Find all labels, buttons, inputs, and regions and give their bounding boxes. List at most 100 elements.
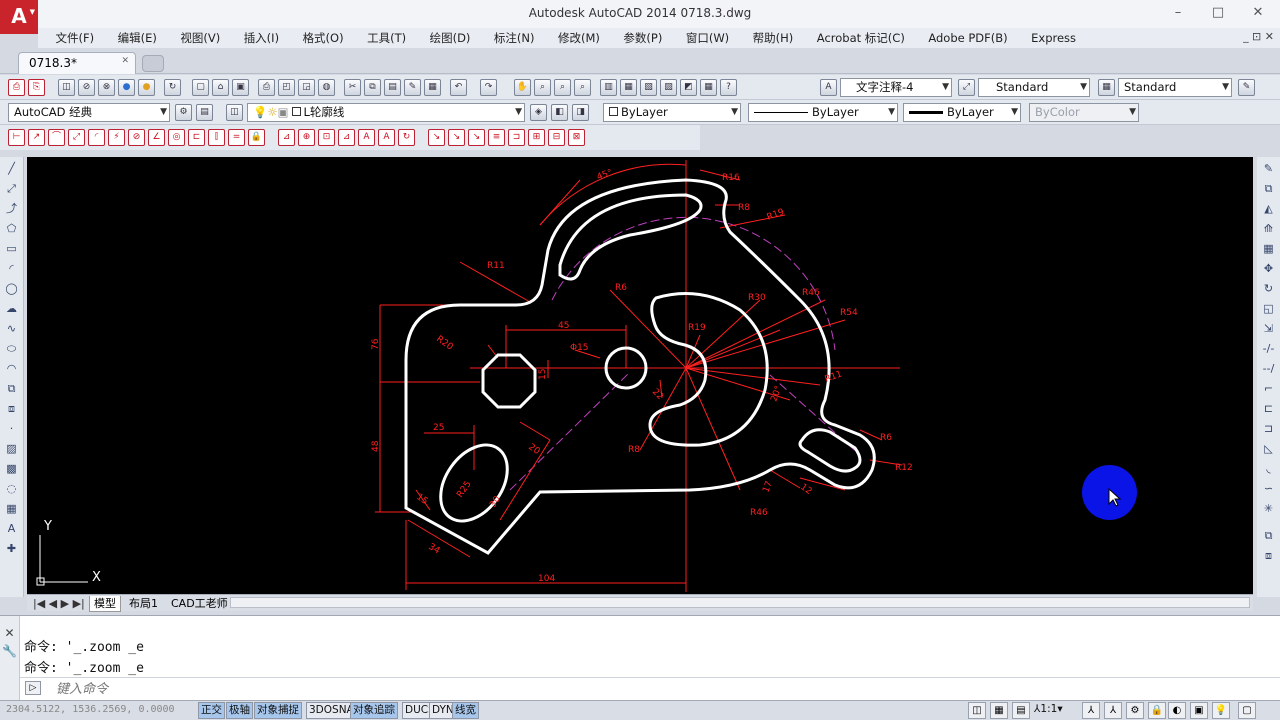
quick-view-drawings-icon[interactable]: ▤ (1012, 702, 1030, 719)
leader-style-icon[interactable]: ⊞ (528, 129, 545, 146)
cut-icon[interactable]: ✂ (344, 79, 361, 96)
mirror-icon[interactable]: ◭ (1260, 200, 1277, 217)
ellipse-arc-icon[interactable]: ◠ (3, 360, 20, 377)
draworder-back-icon[interactable]: ⧈ (1260, 547, 1277, 564)
quick-dim-icon[interactable]: ◎ (168, 129, 185, 146)
workspace-select[interactable]: AutoCAD 经典 ▼ (8, 103, 170, 122)
workspace-settings-icon[interactable]: ⚙ (175, 104, 192, 121)
clean-screen-icon[interactable]: ▢ (1238, 702, 1256, 719)
menu-modify[interactable]: 修改(M) (548, 28, 610, 48)
rotate-icon[interactable]: ↻ (1260, 280, 1277, 297)
zoom-window-icon[interactable]: ⌕ (554, 79, 571, 96)
table-style-icon[interactable]: ▦ (1098, 79, 1115, 96)
draworder-icon[interactable]: ⧉ (1260, 527, 1277, 544)
color-select[interactable]: ByLayer ▼ (603, 103, 741, 122)
osnap-toggle[interactable]: 对象捕捉 (254, 702, 302, 719)
jogged-dim-icon[interactable]: ⚡ (108, 129, 125, 146)
toolbar-lock-icon[interactable]: ▤ (196, 104, 213, 121)
print-preview-icon[interactable]: ◰ (278, 79, 295, 96)
auto-scale-icon[interactable]: ⅄ (1104, 702, 1122, 719)
new-file-icon[interactable]: ▢ (192, 79, 209, 96)
layer-state-icon[interactable]: ◨ (572, 104, 589, 121)
center-mark-icon[interactable]: ⊕ (298, 129, 315, 146)
add-leader-icon[interactable]: ↘ (448, 129, 465, 146)
offset-icon[interactable]: ⟰ (1260, 220, 1277, 237)
dim-space-icon[interactable]: = (228, 129, 245, 146)
help-icon[interactable]: ? (720, 79, 737, 96)
paste-icon[interactable]: ▤ (384, 79, 401, 96)
quickcalc-icon[interactable]: ▦ (700, 79, 717, 96)
undo-icon[interactable]: ↶ (450, 79, 467, 96)
linear-dim-icon[interactable]: ⊢ (8, 129, 25, 146)
align-leader-icon[interactable]: ≡ (488, 129, 505, 146)
new-tab-button[interactable] (142, 55, 164, 72)
make-block-icon[interactable]: ⧈ (3, 400, 20, 417)
lineweight-toggle[interactable]: 线宽 (452, 702, 479, 719)
jogged-linear-icon[interactable]: ⊿ (338, 129, 355, 146)
menu-insert[interactable]: 插入(I) (234, 28, 289, 48)
menu-format[interactable]: 格式(O) (293, 28, 354, 48)
menu-acrobat[interactable]: Acrobat 标记(C) (807, 28, 915, 48)
pan-icon[interactable]: ✋ (514, 79, 531, 96)
array-icon[interactable]: ▦ (1260, 240, 1277, 257)
line-icon[interactable]: ╱ (3, 160, 20, 177)
extend-icon[interactable]: --/ (1260, 360, 1277, 377)
polyline-icon[interactable]: ⤴ (3, 200, 20, 217)
spline-icon[interactable]: ∿ (3, 320, 20, 337)
tab-nav-arrows[interactable]: |◀ ◀ ▶ ▶| (29, 596, 89, 611)
menu-adobe-pdf[interactable]: Adobe PDF(B) (918, 28, 1017, 48)
document-window-controls[interactable]: _ ⊡ ✕ (1243, 30, 1274, 43)
chamfer-icon[interactable]: ◺ (1260, 440, 1277, 457)
zoom-previous-icon[interactable]: ⌕ (574, 79, 591, 96)
ellipse-icon[interactable]: ⬭ (3, 340, 20, 357)
layer-manager-icon[interactable]: ◫ (226, 104, 243, 121)
menu-help[interactable]: 帮助(H) (743, 28, 804, 48)
dim-lock-icon[interactable]: 🔒 (248, 129, 265, 146)
layer-previous-icon[interactable]: ◧ (551, 104, 568, 121)
add-selected-icon[interactable]: ✚ (3, 540, 20, 557)
hatch-icon[interactable]: ▨ (3, 440, 20, 457)
design-center-icon[interactable]: ▦ (620, 79, 637, 96)
toolbar-lock-status-icon[interactable]: 🔒 (1148, 702, 1166, 719)
aligned-dim-icon[interactable]: ↗ (28, 129, 45, 146)
menu-parametric[interactable]: 参数(P) (613, 28, 672, 48)
remove-leader-icon[interactable]: ↘ (468, 129, 485, 146)
ordinate-dim-icon[interactable]: ⤢ (68, 129, 85, 146)
publish-icon[interactable]: ◍ (318, 79, 335, 96)
baseline-dim-icon[interactable]: ⊏ (188, 129, 205, 146)
model-space-icon[interactable]: ◫ (968, 702, 986, 719)
point-icon[interactable]: · (3, 420, 20, 437)
layer-icon[interactable]: ◫ (58, 79, 75, 96)
material-icon[interactable]: ● (138, 79, 155, 96)
break-at-point-icon[interactable]: ⌐ (1260, 380, 1277, 397)
command-window-handle[interactable]: ✕ 🔧 (0, 616, 20, 700)
table-icon[interactable]: ▦ (3, 500, 20, 517)
leader-style2-icon[interactable]: ⊟ (548, 129, 565, 146)
close-icon[interactable]: ✕ (0, 626, 19, 640)
no-icon[interactable]: ⊘ (78, 79, 95, 96)
match-properties-icon[interactable]: ✎ (404, 79, 421, 96)
inspect-icon[interactable]: ⊡ (318, 129, 335, 146)
copy-object-icon[interactable]: ⧉ (1260, 180, 1277, 197)
sphere-icon[interactable]: ● (118, 79, 135, 96)
gradient-icon[interactable]: ▩ (3, 460, 20, 477)
redo-icon[interactable]: ↷ (480, 79, 497, 96)
lightbulb-icon[interactable]: 💡 (1212, 702, 1230, 719)
block-editor-icon[interactable]: ▦ (424, 79, 441, 96)
insert-block-icon[interactable]: ⧉ (3, 380, 20, 397)
annotation-scale[interactable]: ⅄1:1▾ (1032, 702, 1065, 719)
linetype-select[interactable]: ByLayer ▼ (748, 103, 898, 122)
break-icon[interactable]: ⊏ (1260, 400, 1277, 417)
tolerance-icon[interactable]: ⊿ (278, 129, 295, 146)
save-icon[interactable]: ▣ (232, 79, 249, 96)
arc-length-icon[interactable]: ⌒ (48, 129, 65, 146)
dim-update-icon[interactable]: ↻ (398, 129, 415, 146)
wrench-icon[interactable]: 🔧 (0, 644, 19, 658)
pdf-export-icon[interactable]: ⎘ (28, 79, 45, 96)
lineweight-select[interactable]: ByLayer ▼ (903, 103, 1021, 122)
tab-layout1[interactable]: 布局1 (125, 596, 162, 611)
annotation-visibility-icon[interactable]: ⅄ (1082, 702, 1100, 719)
annotation-style-select[interactable]: 文字注释-4 ▼ (840, 78, 952, 97)
zoom-realtime-icon[interactable]: ⌕ (534, 79, 551, 96)
multileader-style-icon[interactable]: ✎ (1238, 79, 1255, 96)
